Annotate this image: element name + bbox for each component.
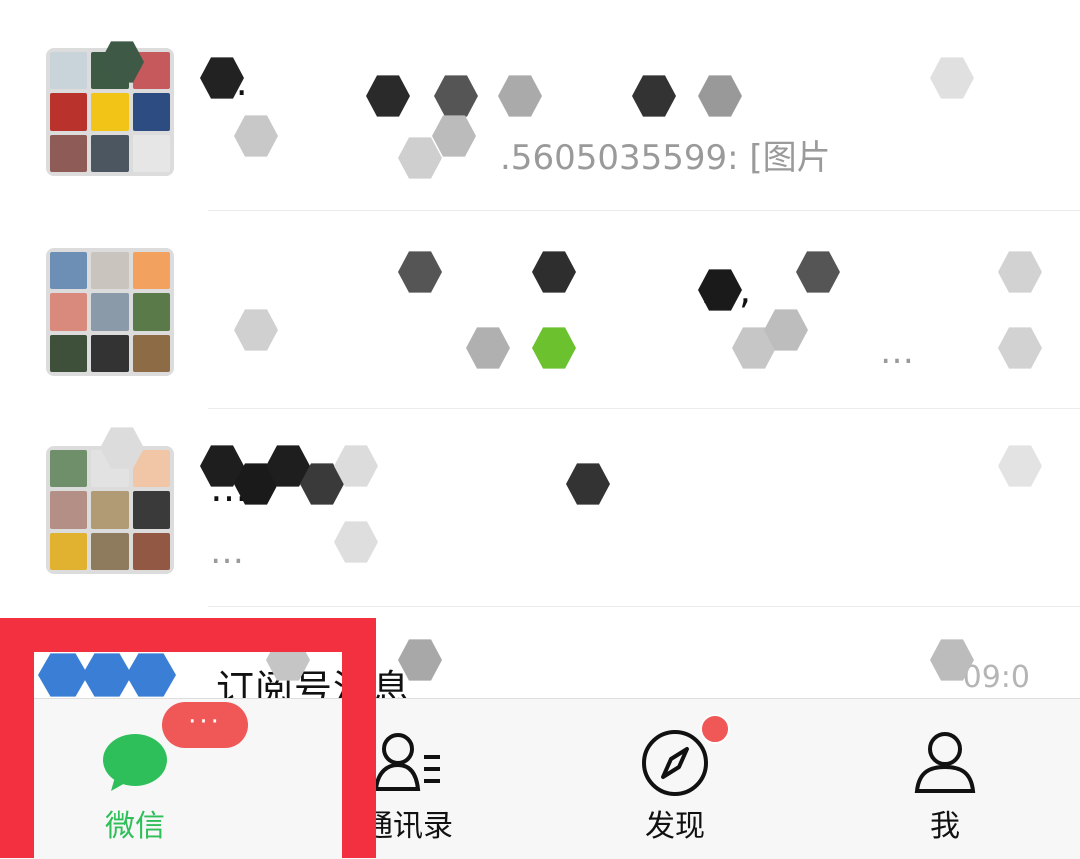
tab-discover[interactable]: 发现 [575,699,775,859]
tab-label: 发现 [645,809,705,844]
tab-label: 微信 [105,809,165,844]
person-icon [914,732,976,793]
chat-row[interactable]: … … [0,410,1080,608]
chat-preview: … [880,332,914,372]
unread-badge: ··· [162,702,248,748]
contacts-icon [373,733,440,791]
tab-contacts[interactable]: 通讯录 [308,699,508,859]
divider [208,408,1080,409]
chat-row[interactable]: … .5605035599: [图片 [0,14,1080,212]
chat-list: … .5605035599: [图片 …, … … … 订阅号消息 09:0 [0,0,1080,711]
tab-label: 我 [930,809,960,844]
tab-me[interactable]: 我 [845,699,1045,859]
group-avatar [46,248,174,376]
chat-preview: … [210,532,244,572]
chat-time: 09:0 [962,660,1030,695]
divider [208,210,1080,211]
chat-row[interactable]: …, … [0,212,1080,410]
chat-bubble-icon [103,734,167,791]
tab-label: 通讯录 [363,809,453,844]
compass-icon [642,730,708,796]
discover-notification-dot [700,714,730,744]
chat-preview: .5605035599: [图片 [500,138,831,178]
divider [208,606,1080,607]
subscription-avatar [38,652,178,698]
